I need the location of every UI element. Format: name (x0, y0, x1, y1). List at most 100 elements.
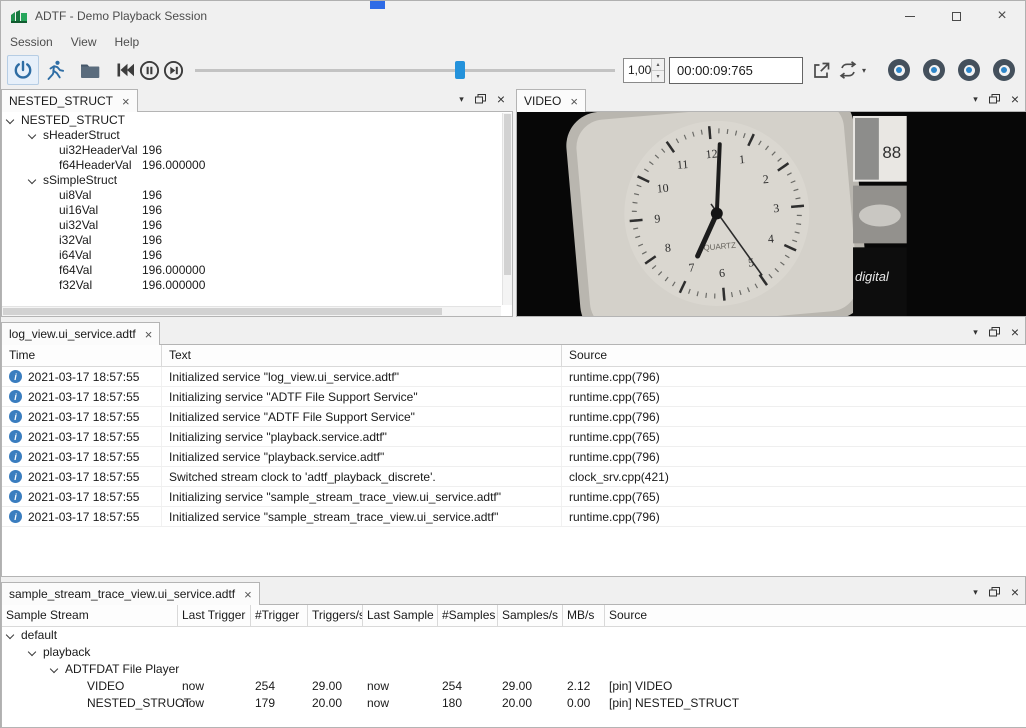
tab-log-view[interactable]: log_view.ui_service.adtf × (1, 322, 160, 345)
tree-row[interactable]: f64Val196.000000 (2, 263, 501, 278)
log-row[interactable]: i2021-03-17 18:57:55 Initialized service… (2, 367, 1026, 387)
log-row[interactable]: i2021-03-17 18:57:55 Initialized service… (2, 507, 1026, 527)
column-header-sample-stream[interactable]: Sample Stream (2, 605, 178, 626)
dock-float-button[interactable] (989, 94, 1000, 104)
trace-group-row[interactable]: default (2, 627, 1026, 644)
tree-row[interactable]: ui32HeaderVal196 (2, 143, 501, 158)
tree-row[interactable]: ui16Val196 (2, 203, 501, 218)
dock-float-button[interactable] (989, 327, 1000, 337)
column-header-last-trigger[interactable]: Last Trigger (178, 605, 251, 626)
dock-close-button[interactable]: × (1011, 585, 1019, 599)
vertical-splitter[interactable] (513, 87, 516, 317)
speed-spinbox[interactable]: 1,00x ▴ ▾ (623, 58, 665, 83)
playback-slider[interactable] (195, 59, 615, 81)
float-icon (989, 94, 1000, 104)
scrollbar-thumb[interactable] (3, 308, 442, 315)
recorder-button-2[interactable] (923, 59, 945, 81)
column-header-source[interactable]: Source (562, 345, 1026, 366)
column-header-samples-per-s[interactable]: Samples/s (498, 605, 563, 626)
pause-button[interactable] (137, 57, 161, 83)
dock-close-button[interactable]: × (1011, 92, 1019, 106)
maximize-icon (952, 12, 961, 21)
dock-menu-button[interactable]: ▾ (459, 94, 464, 105)
column-header-num-samples[interactable]: #Samples (438, 605, 498, 626)
tree-row[interactable]: f32Val196.000000 (2, 278, 501, 293)
tab-nested-struct[interactable]: NESTED_STRUCT × (1, 89, 138, 112)
dock-close-button[interactable]: × (1011, 325, 1019, 339)
expander-icon[interactable] (28, 131, 36, 139)
tree-row[interactable]: ui32Val196 (2, 218, 501, 233)
recorder-button-3[interactable] (958, 59, 980, 81)
tab-close-button[interactable]: × (244, 588, 252, 601)
stream-row[interactable]: NESTED_STRUCT now 179 20.00 now 180 20.0… (2, 695, 1026, 712)
stream-row[interactable]: VIDEO now 254 29.00 now 254 29.00 2.12 [… (2, 678, 1026, 695)
close-button[interactable]: × (979, 1, 1025, 31)
tab-close-button[interactable]: × (570, 95, 578, 108)
trace-group-row[interactable]: ADTFDAT File Player (2, 661, 1026, 678)
column-header-source[interactable]: Source (605, 605, 1026, 626)
export-button[interactable] (808, 57, 834, 83)
loop-button[interactable]: ▾ (837, 61, 866, 79)
log-row[interactable]: i2021-03-17 18:57:55 Initializing servic… (2, 427, 1026, 447)
log-row[interactable]: i2021-03-17 18:57:55 Initialized service… (2, 447, 1026, 467)
step-forward-button[interactable] (161, 57, 185, 83)
log-row[interactable]: i2021-03-17 18:57:55 Initialized service… (2, 407, 1026, 427)
tree-row[interactable]: i64Val196 (2, 248, 501, 263)
adtf-window: { "window": {"title": "ADTF - Demo Playb… (0, 0, 1026, 728)
log-row[interactable]: i2021-03-17 18:57:55 Initializing servic… (2, 387, 1026, 407)
dock-menu-button[interactable]: ▾ (973, 327, 978, 338)
log-row[interactable]: i2021-03-17 18:57:55 Switched stream clo… (2, 467, 1026, 487)
menu-help[interactable]: Help (106, 32, 149, 52)
run-button[interactable] (39, 55, 71, 85)
dock-menu-button[interactable]: ▾ (973, 587, 978, 598)
dock-float-button[interactable] (989, 587, 1000, 597)
dock-close-button[interactable]: × (497, 92, 505, 106)
info-icon: i (9, 390, 22, 403)
maximize-button[interactable] (933, 1, 979, 31)
tree-row[interactable]: sSimpleStruct (2, 173, 501, 188)
tree-row[interactable]: i32Val196 (2, 233, 501, 248)
tab-close-button[interactable]: × (145, 328, 153, 341)
tree-row[interactable]: ui8Val196 (2, 188, 501, 203)
expander-icon[interactable] (28, 176, 36, 184)
time-display[interactable]: 00:00:09:765 (669, 57, 803, 84)
expander-icon[interactable] (6, 116, 14, 124)
recorder-button-4[interactable] (993, 59, 1015, 81)
tab-video[interactable]: VIDEO × (516, 89, 586, 112)
speed-up-button[interactable]: ▴ (651, 59, 664, 70)
dock-menu-button[interactable]: ▾ (973, 94, 978, 105)
expander-icon[interactable] (6, 631, 14, 639)
expander-icon[interactable] (50, 665, 58, 673)
loop-dropdown-icon[interactable]: ▾ (862, 66, 866, 75)
menu-session[interactable]: Session (1, 32, 62, 52)
horizontal-scrollbar[interactable] (2, 306, 501, 316)
power-button[interactable] (7, 55, 39, 85)
horizontal-splitter[interactable] (1, 577, 1026, 580)
recorder-button-1[interactable] (888, 59, 910, 81)
tab-trace-view[interactable]: sample_stream_trace_view.ui_service.adtf… (1, 582, 260, 605)
tab-close-button[interactable]: × (122, 95, 130, 108)
column-header-time[interactable]: Time (2, 345, 162, 366)
trace-group-row[interactable]: playback (2, 644, 1026, 661)
column-header-mb-per-s[interactable]: MB/s (563, 605, 605, 626)
stream-triggers-per-s: 29.00 (308, 678, 363, 695)
menu-view[interactable]: View (62, 32, 106, 52)
tree-row[interactable]: sHeaderStruct (2, 128, 501, 143)
tree-row[interactable]: f64HeaderVal196.000000 (2, 158, 501, 173)
speed-down-button[interactable]: ▾ (651, 70, 664, 82)
column-header-text[interactable]: Text (162, 345, 562, 366)
vertical-scrollbar[interactable] (502, 113, 512, 305)
slider-handle[interactable] (455, 61, 465, 79)
expander-icon[interactable] (28, 648, 36, 656)
skip-to-start-button[interactable] (113, 57, 137, 83)
open-session-button[interactable] (75, 56, 105, 84)
scrollbar-thumb[interactable] (504, 114, 511, 275)
column-header-last-sample[interactable]: Last Sample (363, 605, 438, 626)
column-header-num-trigger[interactable]: #Trigger (251, 605, 308, 626)
dock-float-button[interactable] (475, 94, 486, 104)
column-header-triggers-per-s[interactable]: Triggers/s (308, 605, 363, 626)
minimize-button[interactable] (887, 1, 933, 31)
horizontal-splitter[interactable] (1, 317, 1026, 320)
log-row[interactable]: i2021-03-17 18:57:55 Initializing servic… (2, 487, 1026, 507)
tree-row[interactable]: NESTED_STRUCT (2, 113, 501, 128)
